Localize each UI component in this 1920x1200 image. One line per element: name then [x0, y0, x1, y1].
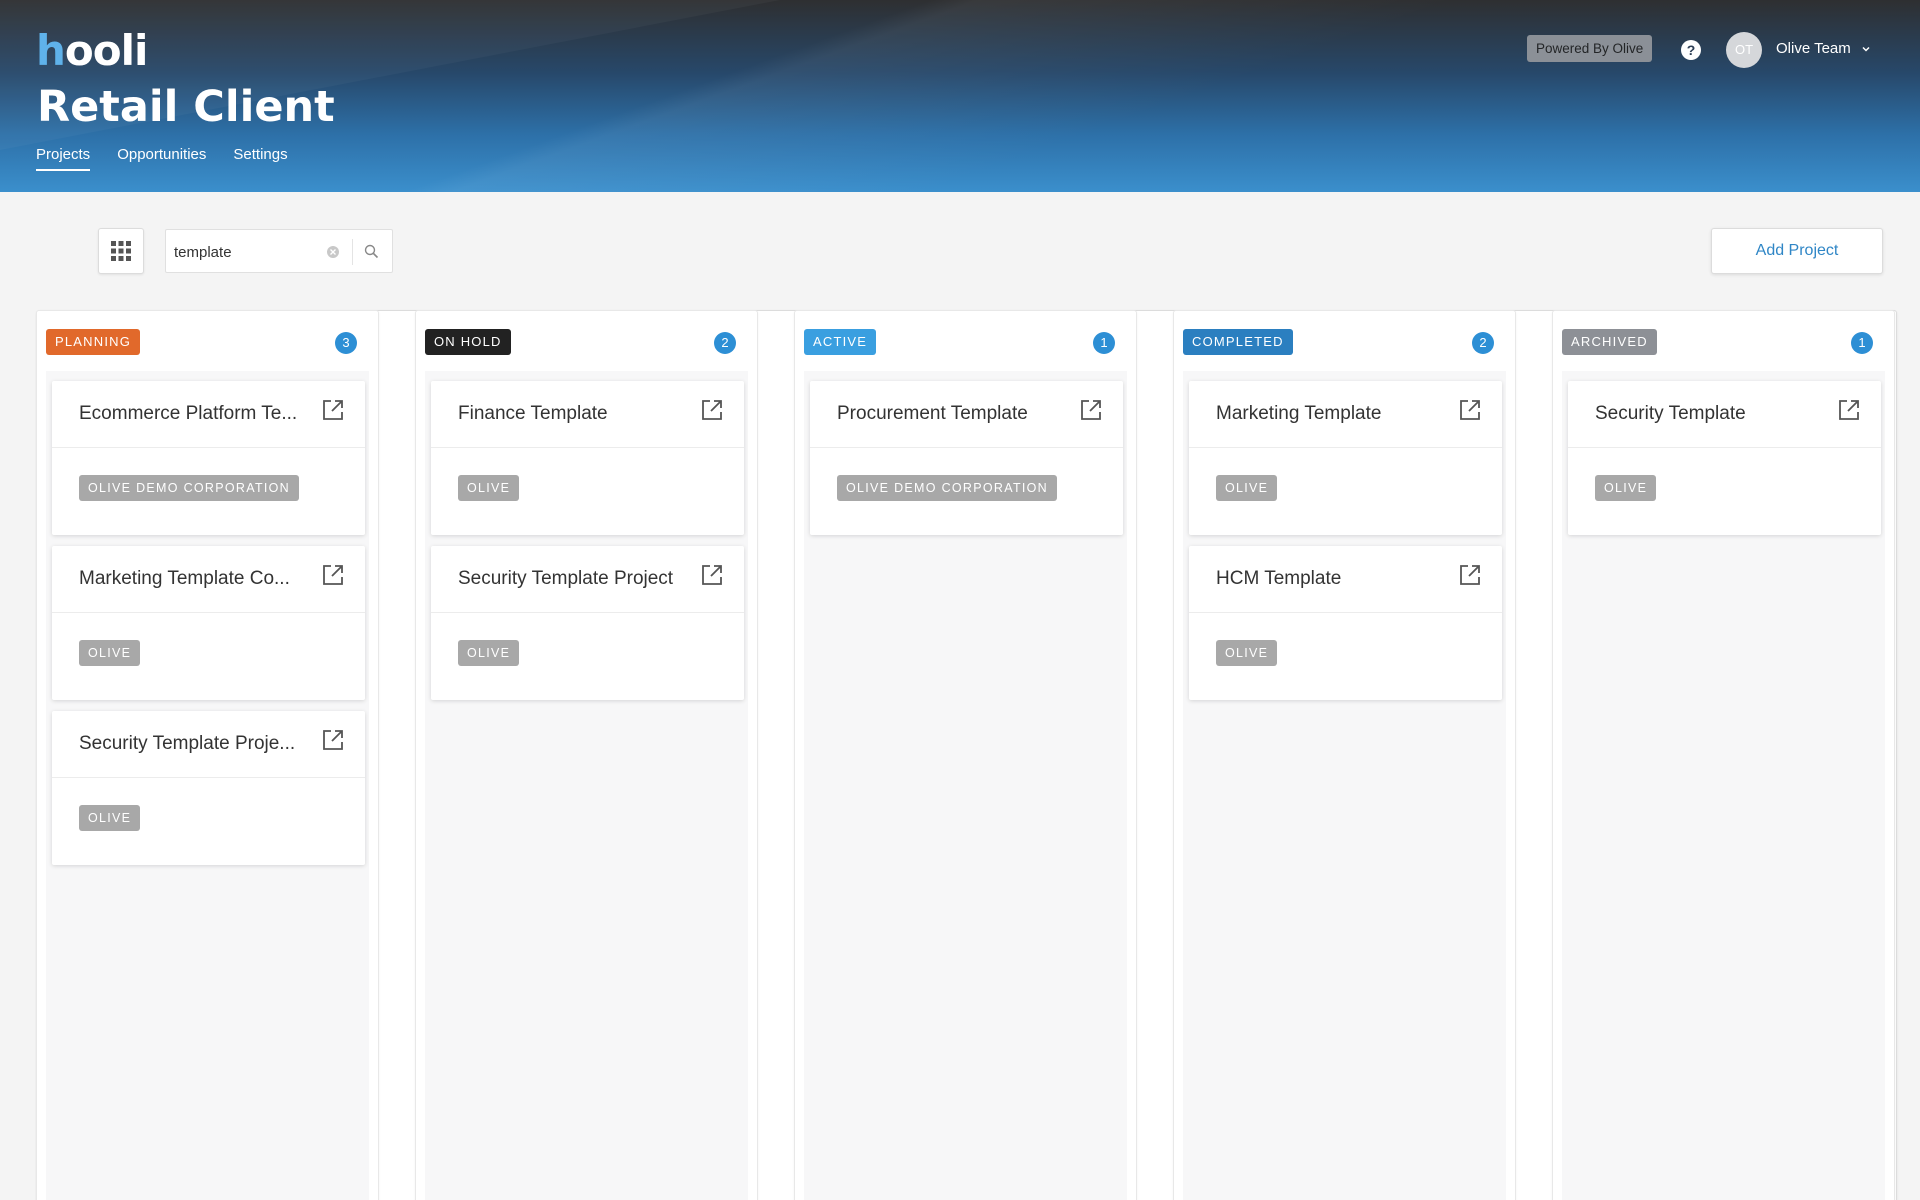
- org-tag: OLIVE DEMO CORPORATION: [79, 475, 300, 501]
- column-header: ON HOLD 2: [416, 311, 757, 371]
- search-box: [165, 229, 393, 273]
- count-badge: 3: [335, 332, 357, 354]
- tab-settings[interactable]: Settings: [233, 146, 287, 171]
- page-title: Retail Client: [37, 82, 335, 132]
- org-tag: OLIVE DEMO CORPORATION: [837, 475, 1058, 501]
- card-divider: [1189, 612, 1502, 613]
- card-title[interactable]: Ecommerce Platform Te...: [79, 403, 309, 425]
- org-tag: OLIVE: [1595, 475, 1657, 501]
- tab-opportunities[interactable]: Opportunities: [117, 146, 206, 171]
- user-menu-name[interactable]: Olive Team: [1776, 40, 1851, 57]
- project-card[interactable]: Ecommerce Platform Te... OLIVE DEMO CORP…: [52, 381, 365, 535]
- card-divider: [52, 447, 365, 448]
- project-card[interactable]: Security Template Proje... OLIVE: [52, 711, 365, 865]
- card-title[interactable]: Security Template: [1595, 403, 1825, 425]
- column-header: ARCHIVED 1: [1553, 311, 1894, 371]
- status-badge: ARCHIVED: [1562, 329, 1657, 355]
- external-link-icon[interactable]: [701, 399, 723, 421]
- column-body: Procurement Template OLIVE DEMO CORPORAT…: [804, 371, 1127, 1200]
- header: hooli Retail Client Projects Opportuniti…: [0, 0, 1920, 192]
- project-card[interactable]: Marketing Template OLIVE: [1189, 381, 1502, 535]
- external-link-icon[interactable]: [1080, 399, 1102, 421]
- column-body: Ecommerce Platform Te... OLIVE DEMO CORP…: [46, 371, 369, 1200]
- column-body: Security Template OLIVE: [1562, 371, 1885, 1200]
- org-tag: OLIVE: [458, 475, 520, 501]
- project-card[interactable]: Marketing Template Co... OLIVE: [52, 546, 365, 700]
- project-card[interactable]: Security Template Project OLIVE: [431, 546, 744, 700]
- search-divider: [352, 239, 353, 265]
- card-divider: [52, 612, 365, 613]
- count-badge: 2: [1472, 332, 1494, 354]
- card-title[interactable]: Procurement Template: [837, 403, 1067, 425]
- status-badge: ACTIVE: [804, 329, 877, 355]
- logo-rest: ooli: [64, 26, 149, 75]
- card-divider: [810, 447, 1123, 448]
- card-divider: [52, 777, 365, 778]
- column-archived: ARCHIVED 1 Security Template OLIVE: [1552, 310, 1895, 1200]
- grid-view-button[interactable]: [98, 228, 144, 274]
- column-body: Marketing Template OLIVE HCM Template OL…: [1183, 371, 1506, 1200]
- card-title[interactable]: Marketing Template Co...: [79, 568, 309, 590]
- hooli-logo[interactable]: hooli: [36, 26, 149, 75]
- card-divider: [431, 612, 744, 613]
- count-badge: 2: [714, 332, 736, 354]
- column-header: ACTIVE 1: [795, 311, 1136, 371]
- search-input[interactable]: [174, 240, 324, 264]
- external-link-icon[interactable]: [1459, 399, 1481, 421]
- project-card[interactable]: HCM Template OLIVE: [1189, 546, 1502, 700]
- column-planning: PLANNING 3 Ecommerce Platform Te... OLIV…: [36, 310, 379, 1200]
- card-title[interactable]: Security Template Proje...: [79, 733, 309, 755]
- nav-tabs: Projects Opportunities Settings: [36, 146, 288, 171]
- external-link-icon[interactable]: [701, 564, 723, 586]
- card-title[interactable]: HCM Template: [1216, 568, 1446, 590]
- status-badge: PLANNING: [46, 329, 141, 355]
- card-divider: [1568, 447, 1881, 448]
- column-completed: COMPLETED 2 Marketing Template OLIVE HCM…: [1173, 310, 1516, 1200]
- org-tag: OLIVE: [79, 805, 141, 831]
- org-tag: OLIVE: [1216, 475, 1278, 501]
- project-card[interactable]: Security Template OLIVE: [1568, 381, 1881, 535]
- column-on-hold: ON HOLD 2 Finance Template OLIVE Securit…: [415, 310, 758, 1200]
- card-title[interactable]: Finance Template: [458, 403, 688, 425]
- grid-icon: [111, 241, 131, 261]
- add-project-button[interactable]: Add Project: [1711, 228, 1883, 274]
- column-header: PLANNING 3: [37, 311, 378, 371]
- project-card[interactable]: Finance Template OLIVE: [431, 381, 744, 535]
- powered-by-badge: Powered By Olive: [1527, 35, 1653, 62]
- column-header: COMPLETED 2: [1174, 311, 1515, 371]
- column-body: Finance Template OLIVE Security Template…: [425, 371, 748, 1200]
- card-divider: [431, 447, 744, 448]
- external-link-icon[interactable]: [1838, 399, 1860, 421]
- card-title[interactable]: Security Template Project: [458, 568, 688, 590]
- status-badge: ON HOLD: [425, 329, 511, 355]
- tab-projects[interactable]: Projects: [36, 146, 91, 171]
- external-link-icon[interactable]: [322, 729, 344, 751]
- org-tag: OLIVE: [79, 640, 141, 666]
- column-active: ACTIVE 1 Procurement Template OLIVE DEMO…: [794, 310, 1137, 1200]
- chevron-down-icon[interactable]: [1860, 43, 1872, 55]
- status-badge: COMPLETED: [1183, 329, 1293, 355]
- help-icon[interactable]: ?: [1681, 40, 1701, 60]
- project-card[interactable]: Procurement Template OLIVE DEMO CORPORAT…: [810, 381, 1123, 535]
- card-title[interactable]: Marketing Template: [1216, 403, 1446, 425]
- avatar[interactable]: OT: [1726, 32, 1762, 68]
- external-link-icon[interactable]: [322, 399, 344, 421]
- card-divider: [1189, 447, 1502, 448]
- external-link-icon[interactable]: [322, 564, 344, 586]
- count-badge: 1: [1093, 332, 1115, 354]
- org-tag: OLIVE: [458, 640, 520, 666]
- search-icon[interactable]: [364, 244, 379, 259]
- clear-icon[interactable]: [326, 245, 340, 259]
- count-badge: 1: [1851, 332, 1873, 354]
- org-tag: OLIVE: [1216, 640, 1278, 666]
- kanban-board: PLANNING 3 Ecommerce Platform Te... OLIV…: [36, 310, 1896, 1200]
- external-link-icon[interactable]: [1459, 564, 1481, 586]
